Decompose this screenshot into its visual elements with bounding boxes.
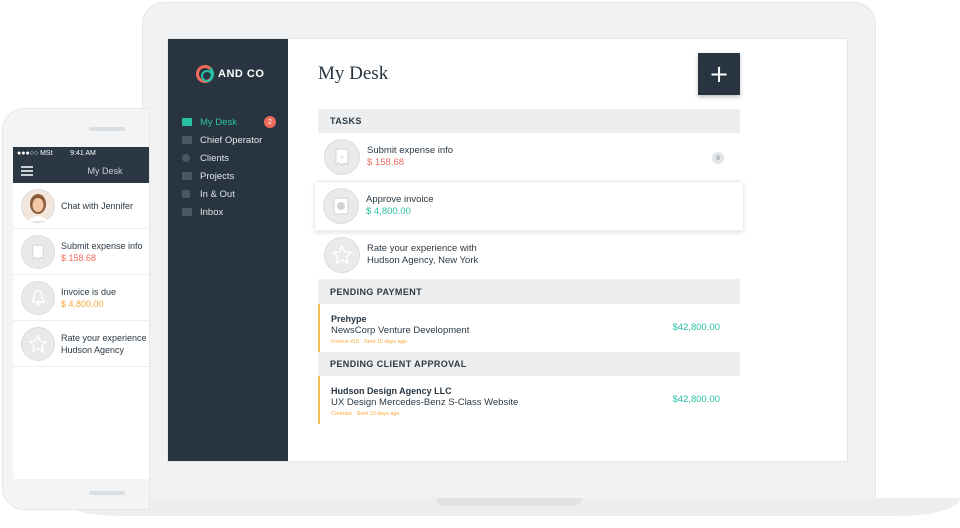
invoice-meta: Invoice #15 · Sent 10 days ago	[331, 339, 407, 345]
star-icon	[331, 244, 353, 265]
approval-amount: $42,800.00	[672, 394, 720, 405]
avatar	[21, 188, 55, 223]
invoice-icon	[333, 197, 349, 215]
laptop-screen: AND CO My Desk 2 Chief Operator Clients …	[167, 38, 848, 462]
sidebar-item-label: Chief Operator	[200, 134, 263, 146]
sidebar-item-inbox[interactable]: Inbox	[182, 203, 282, 221]
phone-item-amount: $ 4,800.00	[61, 298, 104, 309]
sidebar-item-clients[interactable]: Clients	[182, 149, 282, 167]
tasks-header: TASKS	[318, 109, 740, 133]
logo-text: AND CO	[218, 68, 265, 80]
chat-icon	[182, 136, 192, 144]
task-icon-circle	[324, 237, 360, 273]
task-text: Approve invoice $ 4,800.00	[366, 194, 434, 218]
laptop-notch	[436, 498, 582, 506]
phone-item-title-line1: Rate your experience	[61, 332, 147, 343]
phone-item-title-line2: Hudson Agency	[61, 344, 125, 355]
receipt-icon	[32, 244, 44, 260]
phone-list-item[interactable]: Submit expense info $ 158.68	[13, 229, 149, 275]
pending-approval-row[interactable]: Hudson Design Agency LLC UX Design Merce…	[318, 376, 740, 424]
phone-screen: ●●●○○ MSt 9:41 AM My Desk Chat with Jenn…	[13, 147, 149, 479]
sidebar-item-in-out[interactable]: In & Out	[182, 185, 282, 203]
page-title: My Desk	[318, 63, 389, 84]
task-item[interactable]: Rate your experience with Hudson Agency,…	[318, 231, 740, 280]
pending-approval-header: PENDING CLIENT APPROVAL	[318, 352, 740, 376]
bell-icon	[31, 289, 45, 305]
sidebar-nav: My Desk 2 Chief Operator Clients Project…	[182, 113, 282, 221]
phone-item-title: Submit expense info	[61, 240, 143, 251]
phone-item-text: Chat with Jennifer	[61, 200, 134, 211]
sidebar-item-label: In & Out	[200, 188, 235, 200]
desk-icon	[182, 118, 192, 126]
pending-payment-row[interactable]: Prehype NewsCorp Venture Development Inv…	[318, 304, 740, 352]
task-item[interactable]: Submit expense info $ 158.68 9	[318, 133, 740, 182]
phone-list-item[interactable]: Chat with Jennifer	[13, 183, 149, 229]
task-item[interactable]: Approve invoice $ 4,800.00	[315, 182, 743, 231]
phone-list-item[interactable]: Invoice is due $ 4,800.00	[13, 275, 149, 321]
phone-status-bar: ●●●○○ MSt 9:41 AM	[13, 147, 149, 159]
pending-payment-header: PENDING PAYMENT	[318, 280, 740, 304]
bar-chart-icon	[182, 190, 190, 198]
task-amount: $ 158.68	[367, 157, 404, 168]
phone-speaker	[89, 127, 125, 131]
receipt-icon	[335, 148, 349, 166]
phone-icon-circle	[21, 280, 55, 315]
task-title: Approve invoice	[366, 194, 434, 205]
sidebar-item-projects[interactable]: Projects	[182, 167, 282, 185]
carrier-signal: ●●●○○ MSt	[17, 149, 53, 157]
sidebar: AND CO My Desk 2 Chief Operator Clients …	[168, 39, 288, 461]
phone-item-amount: $ 158.68	[61, 252, 97, 263]
sidebar-item-label: Clients	[200, 152, 230, 164]
menu-icon[interactable]	[21, 166, 33, 176]
phone-list-item[interactable]: Rate your experience Hudson Agency	[13, 321, 149, 367]
phone-item-title: Invoice is due	[61, 286, 117, 297]
logo[interactable]: AND CO	[196, 65, 264, 83]
phone-item-text: Rate your experience Hudson Agency	[61, 332, 147, 356]
task-title-line2: Hudson Agency, New York	[367, 255, 479, 266]
avatar-icon	[28, 193, 48, 221]
task-text: Submit expense info $ 158.68	[367, 145, 453, 169]
phone-icon-circle	[21, 326, 55, 361]
user-icon	[182, 154, 190, 162]
task-title-line1: Rate your experience with	[367, 243, 477, 254]
phone-frame: ●●●○○ MSt 9:41 AM My Desk Chat with Jenn…	[2, 108, 150, 510]
grid-icon	[182, 172, 192, 180]
task-text: Rate your experience with Hudson Agency,…	[367, 243, 478, 267]
task-title: Submit expense info	[367, 145, 454, 156]
notification-badge: 2	[264, 116, 276, 128]
sidebar-item-label: Inbox	[200, 206, 224, 218]
sidebar-item-chief-operator[interactable]: Chief Operator	[182, 131, 282, 149]
contract-meta: Contract · Sent 10 days ago	[331, 411, 400, 417]
sidebar-item-label: My Desk	[200, 116, 237, 128]
payment-amount: $42,800.00	[672, 322, 720, 333]
desk-content: TASKS Submit expense info $ 158.68 9 App…	[315, 109, 743, 424]
task-count-badge: 9	[712, 152, 724, 164]
phone-item-text: Invoice is due $ 4,800.00	[61, 286, 116, 310]
logo-mark-icon	[196, 65, 214, 83]
task-icon-circle	[324, 139, 360, 175]
phone-item-text: Submit expense info $ 158.68	[61, 240, 143, 264]
status-time: 9:41 AM	[70, 149, 96, 157]
phone-home-indicator	[89, 491, 125, 495]
phone-icon-circle	[21, 234, 55, 269]
sidebar-item-my-desk[interactable]: My Desk 2	[182, 113, 282, 131]
star-icon	[28, 333, 48, 353]
inbox-icon	[182, 208, 192, 216]
phone-title: My Desk	[87, 166, 123, 176]
add-button[interactable]: +	[698, 53, 740, 95]
sidebar-item-label: Projects	[200, 170, 235, 182]
phone-header: My Desk	[13, 159, 149, 183]
task-amount: $ 4,800.00	[366, 206, 411, 217]
main-content: My Desk + TASKS Submit expense info $ 15…	[288, 39, 847, 461]
task-icon-circle	[323, 188, 359, 224]
